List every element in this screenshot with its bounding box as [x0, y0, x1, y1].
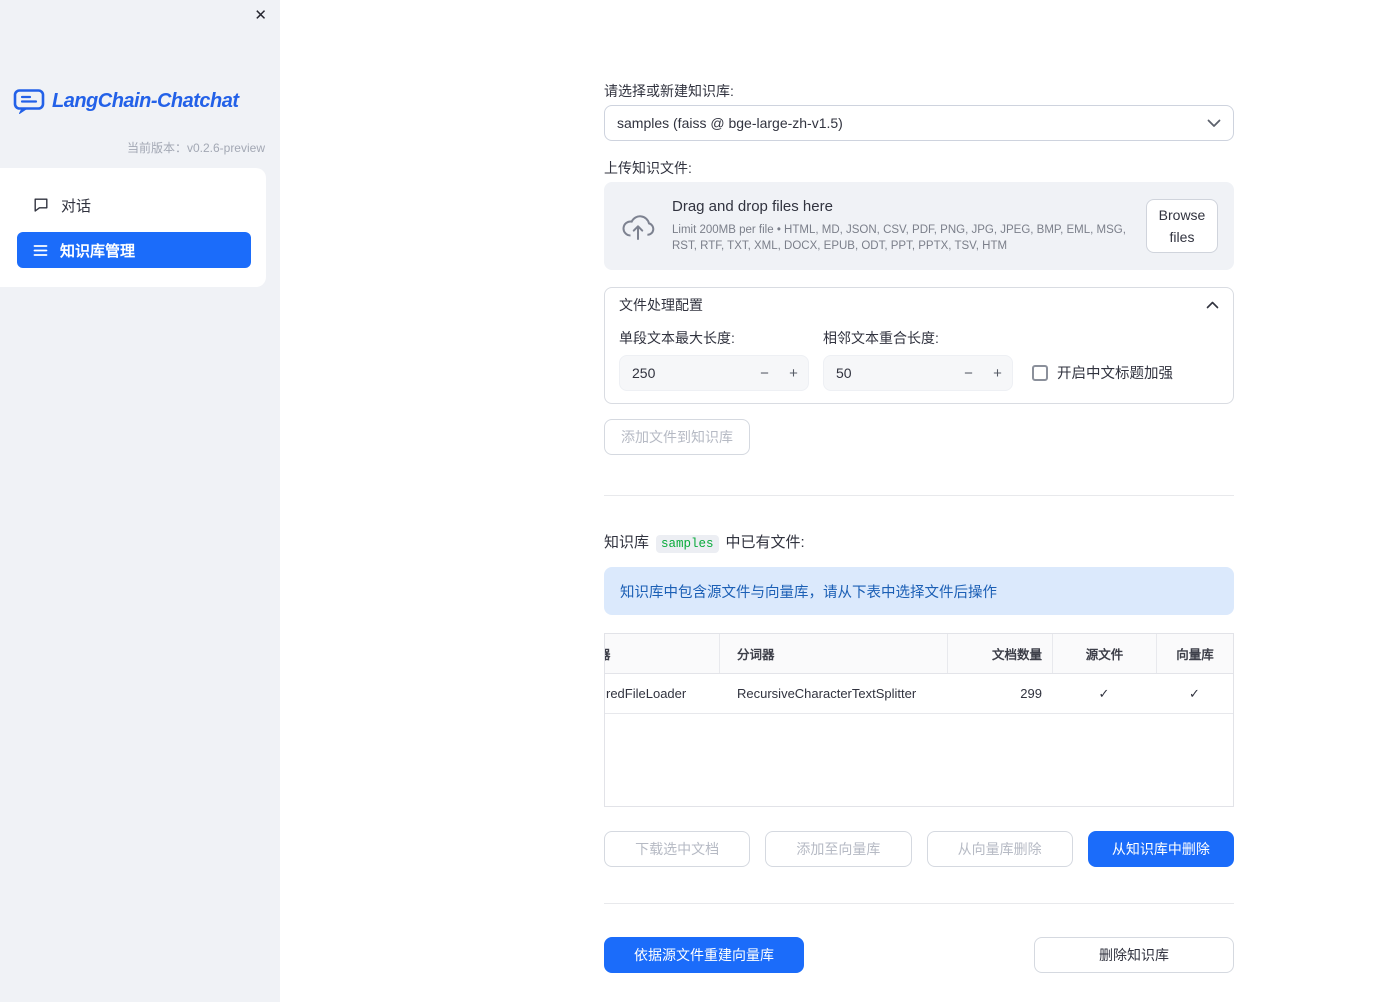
- checkbox-label: 开启中文标题加强: [1057, 366, 1173, 382]
- upload-label: 上传知识文件:: [604, 160, 692, 176]
- overlap-size-value: 50: [836, 365, 852, 381]
- dropzone-limits: Limit 200MB per file • HTML, MD, JSON, C…: [672, 224, 1126, 252]
- cell-loader: redFileLoader: [606, 686, 687, 701]
- info-text: 知识库中包含源文件与向量库，请从下表中选择文件后操作: [620, 584, 997, 601]
- kb-bottom-buttons: 依据源文件重建向量库 删除知识库: [604, 937, 1234, 973]
- overlap-size-decrement-button[interactable]: −: [954, 356, 983, 390]
- delete-kb-button[interactable]: 删除知识库: [1034, 937, 1234, 973]
- chunk-size-decrement-button[interactable]: −: [750, 356, 779, 390]
- file-config-expander: 文件处理配置 单段文本最大长度: 250 − + 相邻文本重合长度: 50 − …: [604, 287, 1234, 404]
- kb-select-label: 请选择或新建知识库:: [604, 83, 734, 99]
- download-selected-button[interactable]: 下载选中文档: [604, 831, 751, 867]
- expander-header[interactable]: 文件处理配置: [605, 288, 1233, 322]
- add-files-to-kb-button[interactable]: 添加文件到知识库: [604, 419, 750, 455]
- divider: [604, 903, 1234, 904]
- nav-item-label: 对话: [61, 197, 92, 215]
- kb-files-table[interactable]: 器 分词器 文档数量 源文件 向量库 redFileLoader Recursi…: [604, 633, 1234, 807]
- delete-from-kb-button[interactable]: 从知识库中删除: [1087, 831, 1234, 867]
- nav-item-dialogue[interactable]: 对话: [17, 187, 251, 223]
- kb-files-heading: 知识库 samples 中已有文件:: [604, 534, 805, 553]
- chunk-size-stepper[interactable]: 250 − +: [619, 355, 809, 391]
- add-to-vector-store-button[interactable]: 添加至向量库: [765, 831, 912, 867]
- list-icon: [33, 243, 48, 258]
- table-row[interactable]: redFileLoader RecursiveCharacterTextSpli…: [605, 674, 1233, 714]
- chunk-size-increment-button[interactable]: +: [779, 356, 808, 390]
- main-content: 请选择或新建知识库: samples (faiss @ bge-large-zh…: [604, 83, 1234, 973]
- expander-title: 文件处理配置: [619, 297, 703, 313]
- checkbox-icon: [1032, 364, 1048, 381]
- chat-bubble-icon: [33, 197, 49, 213]
- dropzone-instruction: Drag and drop files here: [672, 198, 833, 215]
- kb-name-code: samples: [656, 535, 719, 553]
- app-title: LangChain-Chatchat: [52, 90, 239, 112]
- cell-doc-count: 299: [1020, 686, 1042, 701]
- table-header-vector[interactable]: 向量库: [1156, 634, 1233, 673]
- app-logo: LangChain-Chatchat: [13, 88, 239, 115]
- overlap-size-increment-button[interactable]: +: [983, 356, 1012, 390]
- version-label: 当前版本：v0.2.6-preview: [126, 141, 265, 155]
- nav-item-label: 知识库管理: [60, 242, 136, 260]
- browse-files-button[interactable]: Browse files: [1146, 198, 1218, 254]
- logo-chat-icon: [13, 88, 45, 115]
- rebuild-vector-store-button[interactable]: 依据源文件重建向量库: [604, 937, 804, 973]
- nav-item-kb-management[interactable]: 知识库管理: [17, 232, 251, 268]
- kb-select-value: samples (faiss @ bge-large-zh-v1.5): [617, 115, 843, 131]
- chevron-down-icon: [1207, 119, 1221, 128]
- chunk-size-value: 250: [632, 365, 656, 381]
- kb-select[interactable]: samples (faiss @ bge-large-zh-v1.5): [604, 105, 1234, 141]
- delete-from-vector-store-button[interactable]: 从向量库删除: [926, 831, 1073, 867]
- cell-source-checkmark: ✓: [1098, 685, 1110, 701]
- sidebar-close-button[interactable]: ✕: [254, 8, 267, 23]
- close-icon: ✕: [254, 7, 267, 24]
- version-value: v0.2.6-preview: [186, 141, 265, 155]
- table-header-splitter[interactable]: 分词器: [719, 634, 947, 673]
- sidebar: ✕ LangChain-Chatchat 当前版本：v0.2.6-preview…: [0, 0, 280, 1002]
- chevron-up-icon: [1206, 301, 1219, 309]
- overlap-size-label: 相邻文本重合长度:: [823, 330, 939, 346]
- table-header-source[interactable]: 源文件: [1052, 634, 1156, 673]
- overlap-size-stepper[interactable]: 50 − +: [823, 355, 1013, 391]
- cell-splitter: RecursiveCharacterTextSplitter: [737, 686, 917, 701]
- divider: [604, 495, 1234, 496]
- chinese-title-checkbox[interactable]: 开启中文标题加强: [1032, 362, 1219, 383]
- file-dropzone[interactable]: Drag and drop files here Limit 200MB per…: [604, 182, 1234, 270]
- table-header-row: 器 分词器 文档数量 源文件 向量库: [605, 634, 1233, 674]
- table-header-loader[interactable]: 器: [605, 634, 719, 673]
- info-banner: 知识库中包含源文件与向量库，请从下表中选择文件后操作: [604, 567, 1234, 615]
- cell-vector-checkmark: ✓: [1189, 685, 1200, 701]
- table-header-doc-count[interactable]: 文档数量: [947, 634, 1052, 673]
- sidebar-nav: 对话 知识库管理: [0, 168, 266, 287]
- table-action-buttons: 下载选中文档 添加至向量库 从向量库删除 从知识库中删除: [604, 831, 1234, 867]
- chunk-size-label: 单段文本最大长度:: [619, 330, 735, 346]
- upload-cloud-icon: [620, 211, 656, 241]
